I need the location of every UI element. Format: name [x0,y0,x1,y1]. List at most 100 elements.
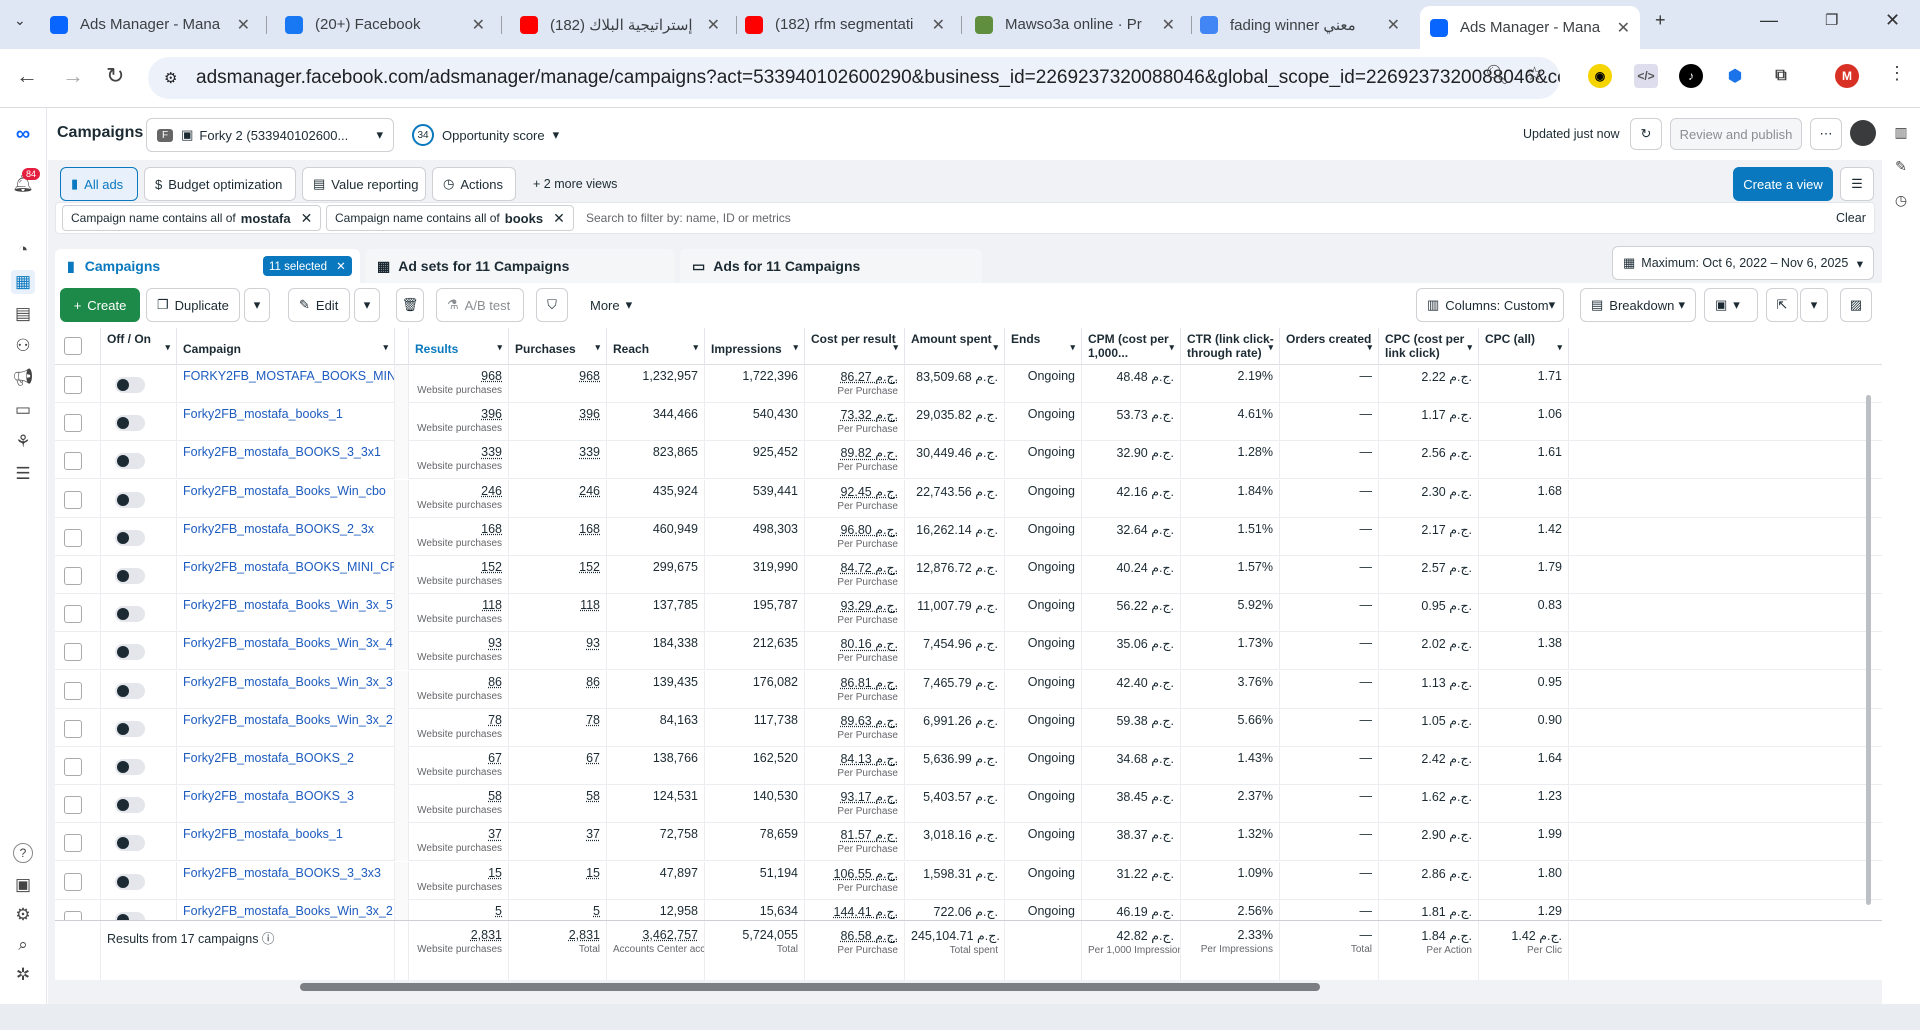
tag-button[interactable]: ⛉ [536,288,568,322]
campaign-name-link[interactable]: Forky2FB_mostafa_BOOKS_2 [183,751,354,765]
select-all-checkbox-box[interactable] [64,337,82,355]
charts-button[interactable]: ▨ [1840,288,1872,322]
export-button[interactable]: ⇱ [1766,288,1798,322]
help-icon[interactable]: ? [13,843,33,863]
address-bar[interactable]: ⚙ adsmanager.facebook.com/adsmanager/man… [148,57,1560,99]
column-menu-chevron-icon[interactable]: ▾ [993,340,998,354]
tiktok-extension-icon[interactable]: ♪ [1679,64,1703,88]
reload-icon[interactable]: ↻ [106,63,124,89]
delete-button[interactable]: 🗑︎ [396,288,424,322]
info-icon[interactable]: ⓘ [258,932,275,946]
row-checkbox[interactable] [64,490,82,509]
column-menu-chevron-icon[interactable]: ▾ [1367,340,1372,354]
edit-button[interactable]: ✎ Edit [288,288,350,322]
duplicate-button[interactable]: ❐ Duplicate [146,288,240,322]
close-icon[interactable]: ✕ [301,210,313,227]
column-header-cpcall[interactable]: CPC (all) ▾ [1479,328,1569,365]
ad-account-selector[interactable]: F ▣ Forky 2 (533940102600... ▾ [146,118,394,152]
all-ads-view-button[interactable]: ▮ All ads [60,167,138,201]
user-avatar[interactable] [1850,120,1876,146]
column-header-name[interactable]: Campaign ▾ [177,328,395,365]
breakdown-selector[interactable]: ▤ Breakdown ▾ [1580,288,1696,322]
close-window-icon[interactable]: ✕ [1885,0,1900,40]
close-tab-icon[interactable]: ✕ [237,15,250,35]
budget-optimization-button[interactable]: $ Budget optimization [144,167,296,201]
column-menu-chevron-icon[interactable]: ▾ [595,340,600,354]
site-info-icon[interactable]: ⚙ [164,69,177,87]
row-checkbox[interactable] [64,681,82,700]
table-row[interactable]: Forky2FB_mostafa_BOOKS_3 58 Website purcha… [55,785,1882,824]
more-actions-button[interactable]: More ▾ [580,288,646,322]
campaign-name-link[interactable]: Forky2FB_mostafa_Books_Win_3x_5 [183,598,393,612]
delivery-toggle[interactable] [115,835,145,852]
close-tab-icon[interactable]: ✕ [472,15,485,35]
ab-test-button[interactable]: ⚗ A/B test [436,288,524,322]
delivery-toggle[interactable] [115,644,145,661]
value-reporting-button[interactable]: ▤ Value reporting [302,167,426,201]
column-header-reach[interactable]: Reach ▾ [607,328,705,365]
dashboard-gauge-icon[interactable]: ◔ [11,238,35,262]
delivery-toggle[interactable] [115,873,145,890]
audiences-icon[interactable]: ⚇ [11,334,35,358]
table-row[interactable]: Forky2FB_mostafa_BOOKS_3_3x3 15 Website pu… [55,861,1882,900]
chart-panel-icon[interactable]: ▥ [1889,120,1913,144]
browser-tab[interactable]: (20+) Facebook ✕ [275,8,495,41]
browser-tab[interactable]: (182) إستراتيجية البلاك ✕ [510,8,730,41]
column-menu-chevron-icon[interactable]: ▾ [1557,340,1562,354]
table-row[interactable]: Forky2FB_mostafa_BOOKS_MINI_CRASH_2 152 We… [55,556,1882,594]
table-row[interactable]: Forky2FB_mostafa_books_1 37 Website purcha… [55,823,1882,862]
close-tab-icon[interactable]: ✕ [932,15,945,35]
tab-ad-sets[interactable]: ▦ Ad sets for 11 Campaigns [365,249,675,283]
billing-card-icon[interactable]: ▭ [11,398,35,422]
delivery-toggle[interactable] [115,759,145,775]
tab-search-icon[interactable]: ⌄ [14,0,26,40]
column-menu-chevron-icon[interactable]: ▾ [383,340,388,354]
campaign-name-link[interactable]: Forky2FB_mostafa_Books_Win_3x_2 [183,904,393,918]
refresh-button[interactable]: ↻ [1630,118,1662,150]
bookmark-star-icon[interactable]: ☆ [1526,63,1543,86]
campaign-name-link[interactable]: Forky2FB_mostafa_BOOKS_3 [183,789,354,803]
column-menu-chevron-icon[interactable]: ▾ [1268,340,1273,354]
debug-bug-icon[interactable]: ✲ [11,963,35,987]
minimize-icon[interactable]: — [1760,0,1778,40]
delivery-toggle[interactable] [115,415,145,432]
all-tools-menu-icon[interactable]: ☰ [11,462,35,486]
row-checkbox[interactable] [64,643,82,662]
row-checkbox[interactable] [64,452,82,471]
close-tab-icon[interactable]: ✕ [1617,18,1630,38]
search-icon[interactable]: ⌕ [11,933,35,957]
duplicate-dropdown[interactable]: ▾ [244,288,270,322]
table-row[interactable]: Forky2FB_mostafa_BOOKS_2 67 Website purcha… [55,747,1882,785]
delivery-toggle[interactable] [115,568,145,584]
column-header-cpc[interactable]: CPC (cost per link click) ▾ [1379,328,1479,365]
filter-search-input[interactable]: Search to filter by: name, ID or metrics [586,211,791,225]
column-header-spent[interactable]: Amount spent ▾ [905,328,1005,365]
column-header-cpr[interactable]: Cost per result ▾ [805,328,905,365]
campaigns-table-icon[interactable]: ▦ [11,270,35,294]
history-panel-icon[interactable]: ◷ [1889,188,1913,212]
column-header-impr[interactable]: Impressions ▾ [705,328,805,365]
snapchat-extension-icon[interactable]: ◉ [1588,64,1612,88]
table-row[interactable]: Forky2FB_mostafa_Books_Win_3x_4 93 Website… [55,632,1882,671]
row-checkbox[interactable] [64,834,82,853]
delivery-toggle[interactable] [115,797,145,814]
close-tab-icon[interactable]: ✕ [1387,15,1400,35]
campaign-name-link[interactable]: Forky2FB_mostafa_Books_Win_cbo [183,484,386,498]
horizontal-scrollbar[interactable] [300,983,1320,991]
zoom-search-icon[interactable]: 🔍︎ [1485,63,1509,87]
column-menu-chevron-icon[interactable]: ▾ [693,340,698,354]
delivery-toggle[interactable] [115,606,145,623]
edit-dropdown[interactable]: ▾ [354,288,380,322]
edit-panel-icon[interactable]: ✎ [1889,154,1913,178]
restore-icon[interactable]: ❐ [1825,0,1838,40]
campaign-name-link[interactable]: Forky2FB_mostafa_Books_Win_3x_4 [183,636,393,650]
campaign-name-link[interactable]: Forky2FB_mostafa_books_1 [183,407,343,421]
browser-tab[interactable]: fading winner معني ✕ [1190,8,1410,41]
column-menu-chevron-icon[interactable]: ▾ [497,340,502,354]
view-settings-button[interactable]: ☰ [1840,167,1874,201]
column-header-results[interactable]: Results ▾ [409,328,509,365]
selected-count-badge[interactable]: 11 selected ✕ [263,256,352,276]
shield-extension-icon[interactable]: ⬢ [1723,64,1747,88]
row-checkbox[interactable] [64,567,82,585]
campaign-name-link[interactable]: Forky2FB_mostafa_BOOKS_2_3x [183,522,374,536]
